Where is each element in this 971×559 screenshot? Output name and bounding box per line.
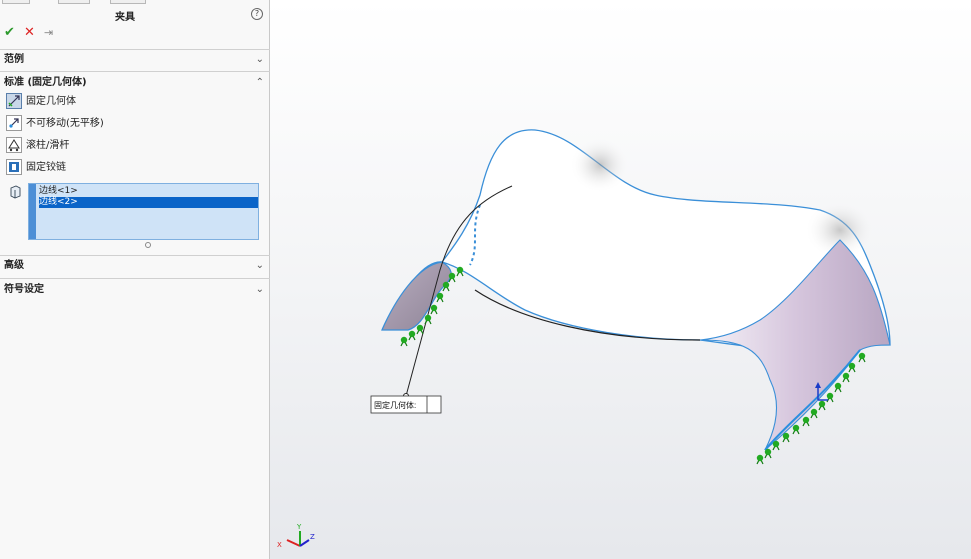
- fixture-pin-icon: [858, 352, 866, 363]
- fixture-pin-icon: [400, 336, 408, 347]
- pin-icon[interactable]: ⇥: [44, 26, 53, 40]
- fixture-pin-icon: [424, 314, 432, 325]
- fixture-pin-icon: [416, 324, 424, 335]
- section-standard[interactable]: 标准 (固定几何体) ⌃: [4, 76, 266, 90]
- section-advanced-label: 高级: [4, 260, 24, 271]
- fixed-geometry-icon[interactable]: [6, 93, 22, 109]
- resize-handle[interactable]: [145, 242, 151, 248]
- section-example-label: 范例: [4, 54, 24, 65]
- option-label: 滚柱/滑杆: [26, 140, 70, 151]
- fixture-pin-icon: [842, 372, 850, 383]
- fixture-pin-icon: [448, 272, 456, 283]
- fixture-pin-icon: [756, 454, 764, 465]
- option-label: 固定铰链: [26, 162, 66, 173]
- option-roller-slider[interactable]: 滚柱/滑杆: [4, 137, 204, 155]
- triad-axis-icon: X Y Z: [277, 523, 315, 549]
- 3d-viewport[interactable]: 固定几何体: X Y Z: [271, 0, 971, 559]
- property-manager-panel: 夹具 ? ✔ ✕ ⇥ 范例 ⌄ 标准 (固定几何体) ⌃ 固定几何体 不可移动(…: [0, 0, 270, 559]
- fixture-pin-icon: [456, 266, 464, 277]
- fixture-pin-icon: [834, 382, 842, 393]
- option-label: 固定几何体: [26, 96, 76, 107]
- chevron-down-icon[interactable]: ⌄: [256, 283, 264, 297]
- fixture-pin-icon: [764, 448, 772, 459]
- option-label: 不可移动(无平移): [26, 118, 104, 129]
- fixture-pin-icon: [436, 292, 444, 303]
- section-example[interactable]: 范例 ⌄: [4, 53, 266, 67]
- chevron-up-icon[interactable]: ⌃: [256, 76, 264, 90]
- selection-item[interactable]: 边线<1>: [39, 186, 258, 197]
- cancel-icon[interactable]: ✕: [24, 26, 35, 40]
- fixture-pin-icon: [408, 330, 416, 341]
- panel-top-tabs[interactable]: [0, 0, 270, 4]
- option-fixed-hinge[interactable]: 固定铰链: [4, 159, 204, 177]
- fixture-pin-icon: [430, 304, 438, 315]
- selection-listbox[interactable]: 边线<1> 边线<2>: [28, 183, 259, 240]
- fixture-pin-icon: [818, 400, 826, 411]
- selection-item-selected[interactable]: 边线<2>: [39, 197, 258, 208]
- fixture-pin-icon: [782, 432, 790, 443]
- immovable-icon[interactable]: [6, 115, 22, 131]
- section-symbol-label: 符号设定: [4, 284, 44, 295]
- fixture-pin-icon: [848, 362, 856, 373]
- axis-x-label: X: [277, 541, 282, 549]
- fixture-pin-icon: [772, 440, 780, 451]
- chevron-down-icon[interactable]: ⌄: [256, 259, 264, 273]
- fixture-pin-icon: [810, 408, 818, 419]
- option-immovable[interactable]: 不可移动(无平移): [4, 115, 204, 133]
- fixed-hinge-icon[interactable]: [6, 159, 22, 175]
- section-standard-label: 标准 (固定几何体): [4, 77, 87, 88]
- section-symbol-settings[interactable]: 符号设定 ⌄: [4, 283, 266, 297]
- chevron-down-icon[interactable]: ⌄: [256, 53, 264, 67]
- fixture-pin-icon: [802, 416, 810, 427]
- fixture-pin-icon: [792, 424, 800, 435]
- callout-label: 固定几何体:: [374, 400, 416, 410]
- section-advanced[interactable]: 高级 ⌄: [4, 259, 266, 273]
- callout-box[interactable]: 固定几何体:: [370, 395, 442, 414]
- panel-title: 夹具: [115, 12, 135, 23]
- help-icon[interactable]: ?: [251, 8, 263, 20]
- axis-y-label: Y: [296, 523, 302, 531]
- roller-slider-icon[interactable]: [6, 137, 22, 153]
- axis-z-label: Z: [310, 533, 315, 541]
- edge-selection-icon: [9, 185, 21, 199]
- option-fixed-geometry[interactable]: 固定几何体: [4, 93, 204, 111]
- confirm-icon[interactable]: ✔: [4, 26, 15, 40]
- fixture-pin-icon: [442, 281, 450, 292]
